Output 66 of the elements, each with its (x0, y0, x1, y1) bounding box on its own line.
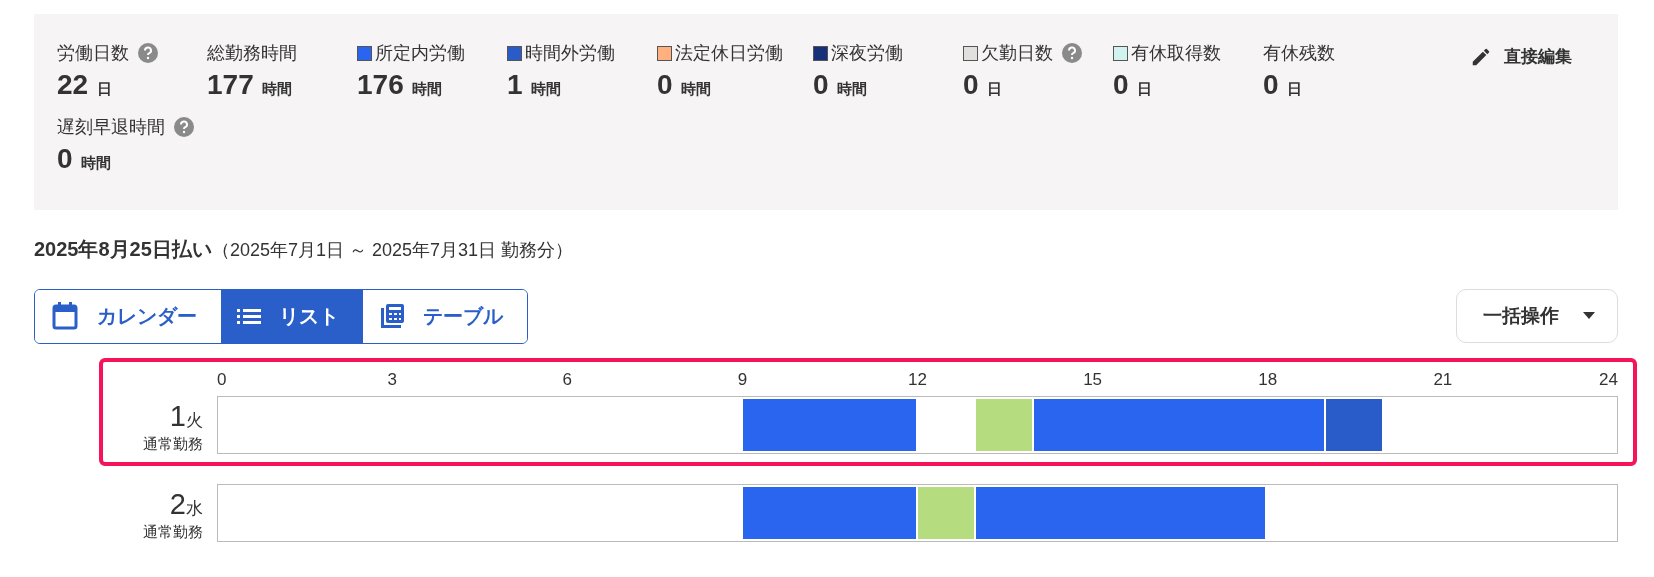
weekday: 水 (186, 499, 203, 518)
list-icon (237, 307, 261, 325)
work-segment[interactable] (917, 487, 974, 539)
stat-label: 遅刻早退時間 (57, 116, 165, 139)
stat-label: 労働日数 (57, 42, 129, 65)
stat-value: 0 (813, 69, 829, 100)
stat-unit: 時間 (837, 80, 868, 97)
work-segment[interactable] (975, 399, 1033, 451)
hour-tick-label: 15 (1083, 370, 1103, 390)
stat-value: 22 (57, 69, 89, 100)
stat-unit: 日 (1287, 80, 1303, 97)
help-icon[interactable] (1062, 43, 1082, 63)
day-number: 1 (169, 400, 186, 432)
stat-unit: 時間 (681, 80, 712, 97)
work-segment[interactable] (1034, 399, 1324, 451)
bulk-action-dropdown[interactable]: 一括操作 (1456, 289, 1618, 343)
stat-unit: 時間 (262, 80, 293, 97)
stat-unit: 時間 (412, 80, 443, 97)
view-tab[interactable]: リスト (221, 289, 363, 343)
stat-unit: 日 (987, 80, 1003, 97)
weekday: 火 (186, 411, 203, 430)
stat-value: 0 (1263, 69, 1279, 100)
stat-value: 0 (1113, 69, 1129, 100)
stat-label: 時間外労働 (525, 42, 615, 65)
work-segment[interactable] (975, 487, 1266, 539)
pay-date-title: 2025年8月25日払い (34, 237, 212, 262)
hour-tick-label: 24 (1599, 370, 1618, 390)
hour-tick-label: 21 (1433, 370, 1453, 390)
stat-value: 176 (357, 69, 404, 100)
calculator-icon (379, 303, 405, 329)
help-icon[interactable] (174, 117, 194, 137)
stat-unit: 日 (1137, 80, 1153, 97)
day-row[interactable]: 2水 通常勤務 (99, 480, 1637, 554)
work-segment[interactable] (742, 487, 916, 539)
stat-label: 深夜労働 (831, 42, 903, 65)
stat-value: 1 (507, 69, 523, 100)
caret-icon (1583, 312, 1595, 320)
stat-unit: 日 (96, 80, 112, 97)
help-icon[interactable] (138, 43, 158, 63)
work-type: 通常勤務 (143, 435, 203, 454)
stat-value: 177 (207, 69, 254, 100)
stat-unit: 時間 (81, 154, 112, 171)
calendar-icon (51, 301, 79, 331)
stat-label: 総勤務時間 (207, 42, 297, 65)
stat-label: 有休残数 (1263, 42, 1335, 65)
hour-tick-label: 12 (908, 370, 927, 390)
stat-unit: 時間 (531, 80, 562, 97)
stat-label: 所定内労働 (375, 42, 465, 65)
stat-value: 0 (657, 69, 673, 100)
hour-tick-label: 18 (1258, 370, 1278, 390)
work-type: 通常勤務 (143, 523, 203, 542)
stat-label: 有休取得数 (1131, 42, 1221, 65)
stat-label: 欠勤日数 (981, 42, 1053, 65)
period-range: （2025年7月1日 ～ 2025年7月31日 勤務分） (211, 239, 574, 262)
edit-button[interactable]: 直接編集 (1464, 41, 1578, 72)
hour-tick-label: 9 (737, 370, 748, 390)
day-number: 2 (169, 488, 186, 520)
stat-value: 0 (963, 69, 979, 100)
hour-tick-label: 3 (387, 370, 397, 390)
work-segment[interactable] (742, 399, 916, 451)
work-segment[interactable] (1325, 399, 1382, 451)
highlighted-day-row[interactable]: 1火 通常勤務 0 3 6 9 12 15 18 21 24 (99, 358, 1637, 466)
hour-tick-label: 0 (217, 370, 227, 390)
stat-label: 法定休日労働 (675, 42, 783, 65)
hour-tick-label: 6 (562, 370, 572, 390)
stat-value: 0 (57, 143, 73, 174)
